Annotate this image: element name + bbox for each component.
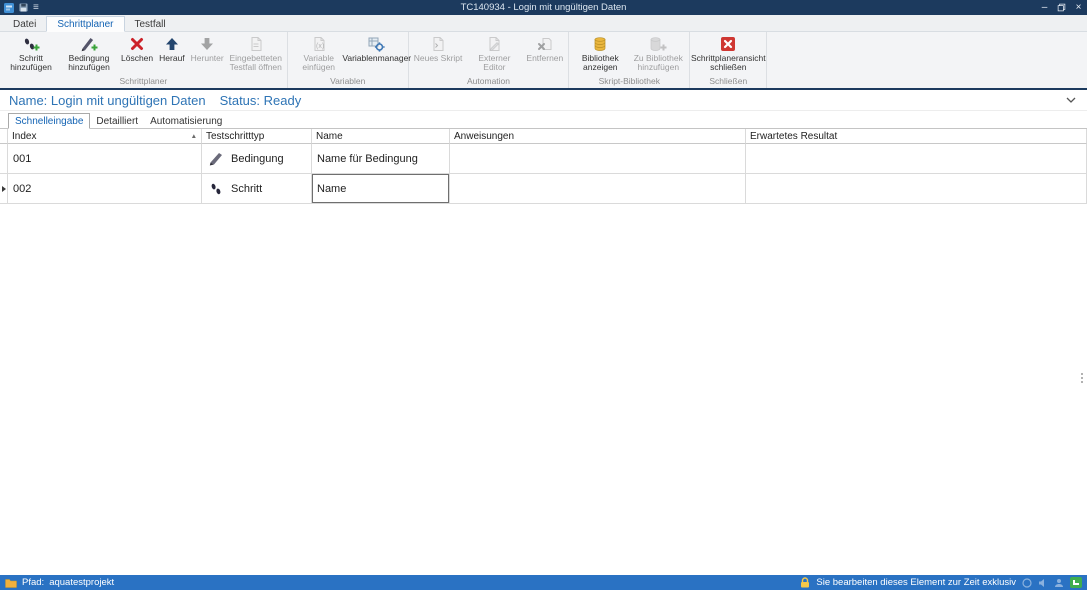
column-header-name[interactable]: Name (312, 129, 450, 144)
add-condition-button[interactable]: Bedingung hinzufügen (60, 33, 118, 72)
view-tab-automatisierung[interactable]: Automatisierung (144, 114, 228, 128)
ribbon-group-automation: Neues Skript Externer Editor Entfernen A… (409, 32, 570, 88)
column-header-testschritttyp[interactable]: Testschritttyp (202, 129, 312, 144)
lock-message: Sie bearbeiten dieses Element zur Zeit e… (816, 577, 1016, 588)
cell-index[interactable]: 002 (8, 174, 202, 204)
step-footprints-icon (207, 182, 225, 196)
add-to-library-button[interactable]: Zu Bibliothek hinzufügen (629, 33, 687, 72)
view-tab-detailliert[interactable]: Detailliert (90, 114, 144, 128)
arrow-down-icon (199, 35, 215, 53)
remove-script-button[interactable]: Entfernen (523, 33, 566, 63)
library-add-icon (649, 35, 667, 53)
row-gutter-header (0, 129, 8, 144)
panel-splitter-handle[interactable] (1079, 371, 1085, 385)
volume-icon[interactable] (1038, 578, 1048, 588)
condition-icon (207, 152, 225, 166)
svg-text:(x): (x) (316, 43, 324, 50)
ribbon-group-label: Automation (411, 75, 567, 88)
cell-anweisungen[interactable] (450, 144, 746, 174)
testcase-status-label: Status: Ready (220, 93, 302, 108)
open-testcase-icon (248, 35, 264, 53)
column-header-erwartetes-resultat[interactable]: Erwartetes Resultat (746, 129, 1087, 144)
test-steps-table: Index ▲ Testschritttyp Name Anweisungen … (0, 128, 1087, 204)
save-icon[interactable] (19, 3, 28, 12)
add-condition-icon (80, 35, 98, 53)
empty-work-area (0, 204, 1087, 575)
path-label: Pfad: (22, 577, 44, 588)
cell-name[interactable]: Name für Bedingung (312, 144, 450, 174)
close-step-planner-button[interactable]: Schrittplaneransicht schließen (692, 33, 764, 72)
add-step-button[interactable]: Schritt hinzufügen (2, 33, 60, 72)
view-tabs: Schnelleingabe Detailliert Automatisieru… (0, 111, 1087, 128)
variable-manager-button[interactable]: Variablenmanager (348, 33, 406, 63)
testcase-name-label: Name: Login mit ungültigen Daten (9, 93, 206, 108)
ribbon-tab-schrittplaner[interactable]: Schrittplaner (46, 16, 124, 32)
variable-manager-gear-icon (368, 35, 385, 53)
restore-icon (1057, 3, 1066, 12)
ribbon-tabstrip: Datei Schrittplaner Testfall (0, 15, 1087, 32)
restore-button[interactable] (1053, 0, 1070, 15)
delete-x-icon (129, 35, 145, 53)
show-library-button[interactable]: Bibliothek anzeigen (571, 33, 629, 72)
cell-anweisungen[interactable] (450, 174, 746, 204)
insert-variable-button[interactable]: (x) Variable einfügen (290, 33, 348, 72)
cell-erwartetes-resultat[interactable] (746, 174, 1087, 204)
cell-index[interactable]: 001 (8, 144, 202, 174)
add-step-icon (22, 35, 40, 53)
insert-variable-icon: (x) (311, 35, 327, 53)
move-up-button[interactable]: Herauf (156, 33, 188, 63)
ribbon-group-schliessen: Schrittplaneransicht schließen Schließen (690, 32, 767, 88)
cell-testschritttyp[interactable]: Bedingung (202, 144, 312, 174)
ribbon-group-label: Skript-Bibliothek (571, 75, 687, 88)
library-database-icon (592, 35, 608, 53)
sort-ascending-icon: ▲ (191, 133, 197, 140)
application-window: ≡ TC140934 - Login mit ungültigen Daten … (0, 0, 1087, 590)
ribbon: Schritt hinzufügen Bedingung hinzufügen … (0, 32, 1087, 90)
titlebar: ≡ TC140934 - Login mit ungültigen Daten … (0, 0, 1087, 15)
close-button[interactable]: × (1070, 0, 1087, 15)
minimize-button[interactable]: – (1036, 0, 1053, 15)
ribbon-tab-testfall[interactable]: Testfall (125, 17, 176, 31)
delete-button[interactable]: Löschen (118, 33, 156, 63)
external-editor-button[interactable]: Externer Editor (465, 33, 523, 72)
ribbon-group-schrittplaner: Schritt hinzufügen Bedingung hinzufügen … (0, 32, 288, 88)
path-value: aquatestprojekt (49, 577, 114, 588)
collapse-chevron-icon[interactable] (1064, 95, 1078, 105)
new-script-button[interactable]: Neues Skript (411, 33, 466, 63)
folder-icon (5, 578, 17, 588)
ribbon-group-label: Schrittplaner (2, 75, 285, 88)
row-selector-active[interactable] (0, 174, 8, 204)
remove-x-icon (537, 35, 553, 53)
column-header-index[interactable]: Index ▲ (8, 129, 202, 144)
row-selector[interactable] (0, 144, 8, 174)
sync-status-icon[interactable] (1022, 578, 1032, 588)
ribbon-tab-datei[interactable]: Datei (3, 17, 46, 31)
lock-icon (800, 577, 810, 588)
new-script-icon (430, 35, 446, 53)
user-status-icon[interactable] (1054, 578, 1064, 588)
open-embedded-testcase-button[interactable]: Eingebetteten Testfall öffnen (227, 33, 285, 72)
ribbon-group-variablen: (x) Variable einfügen Variablenmanager V… (288, 32, 409, 88)
window-title: TC140934 - Login mit ungültigen Daten (0, 2, 1087, 13)
connection-status-icon[interactable] (1070, 577, 1082, 588)
testcase-info-bar: Name: Login mit ungültigen Daten Status:… (0, 90, 1087, 111)
ribbon-group-label: Schließen (692, 75, 764, 88)
column-header-anweisungen[interactable]: Anweisungen (450, 129, 746, 144)
close-view-red-icon (720, 35, 736, 53)
cell-erwartetes-resultat[interactable] (746, 144, 1087, 174)
menu-icon[interactable]: ≡ (33, 3, 39, 13)
arrow-up-icon (164, 35, 180, 53)
cell-name-focused[interactable]: Name (312, 174, 450, 204)
ribbon-group-skript-bibliothek: Bibliothek anzeigen Zu Bibliothek hinzuf… (569, 32, 690, 88)
view-tab-schnelleingabe[interactable]: Schnelleingabe (8, 113, 90, 129)
current-row-marker-icon (2, 186, 6, 192)
cell-testschritttyp[interactable]: Schritt (202, 174, 312, 204)
status-bar: Pfad: aquatestprojekt Sie bearbeiten die… (0, 575, 1087, 590)
move-down-button[interactable]: Herunter (188, 33, 227, 63)
external-editor-icon (486, 35, 502, 53)
ribbon-group-label: Variablen (290, 75, 406, 88)
app-icon (4, 3, 14, 13)
